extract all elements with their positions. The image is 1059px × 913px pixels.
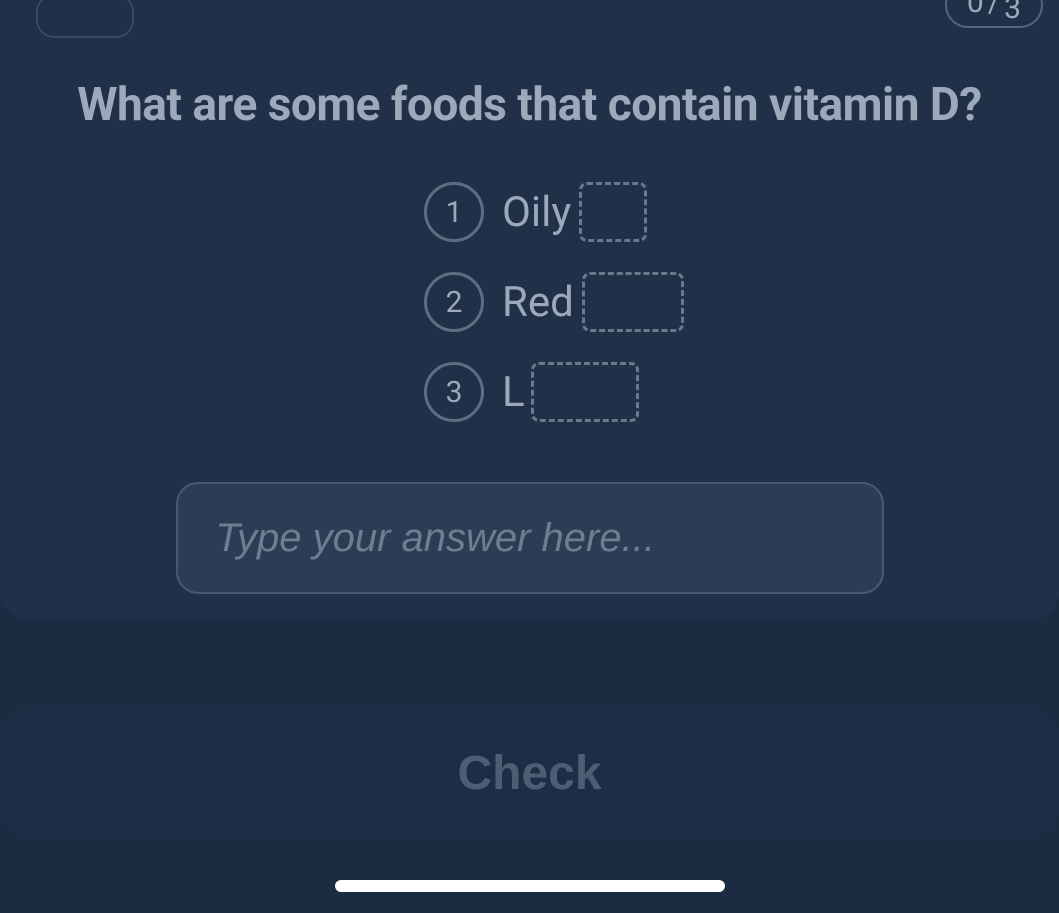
answer-blank-1[interactable]	[579, 182, 647, 242]
answer-text-1: Oily	[502, 182, 647, 242]
answer-prefix-3: L	[502, 368, 525, 417]
answer-blank-2[interactable]	[582, 272, 684, 332]
answer-row-3: 3 L	[424, 362, 639, 422]
input-wrap	[30, 482, 1029, 594]
check-button[interactable]: Check	[0, 708, 1059, 838]
answer-input[interactable]	[176, 482, 884, 594]
score-pill: 0 / 3	[945, 0, 1043, 28]
quiz-card: 0 / 3 What are some foods that contain v…	[0, 0, 1059, 620]
score-total: 3	[1004, 0, 1021, 24]
answer-prefix-2: Red	[502, 278, 574, 327]
answer-number-1: 1	[424, 182, 484, 242]
answer-blank-3[interactable]	[531, 362, 639, 422]
question-text: What are some foods that contain vitamin…	[30, 78, 1029, 132]
answer-text-3: L	[502, 362, 639, 422]
answer-row-1: 1 Oily	[424, 182, 647, 242]
score-current: 0	[967, 0, 984, 18]
answer-number-3: 3	[424, 362, 484, 422]
header-row: 0 / 3	[30, 0, 1029, 50]
answer-number-2: 2	[424, 272, 484, 332]
answer-text-2: Red	[502, 272, 684, 332]
home-indicator	[335, 880, 725, 892]
score-slash: /	[986, 0, 1002, 18]
answers-list: 1 Oily 2 Red 3 L	[30, 182, 1029, 422]
answer-row-2: 2 Red	[424, 272, 684, 332]
top-left-box[interactable]	[36, 0, 134, 38]
answer-prefix-1: Oily	[502, 188, 571, 237]
